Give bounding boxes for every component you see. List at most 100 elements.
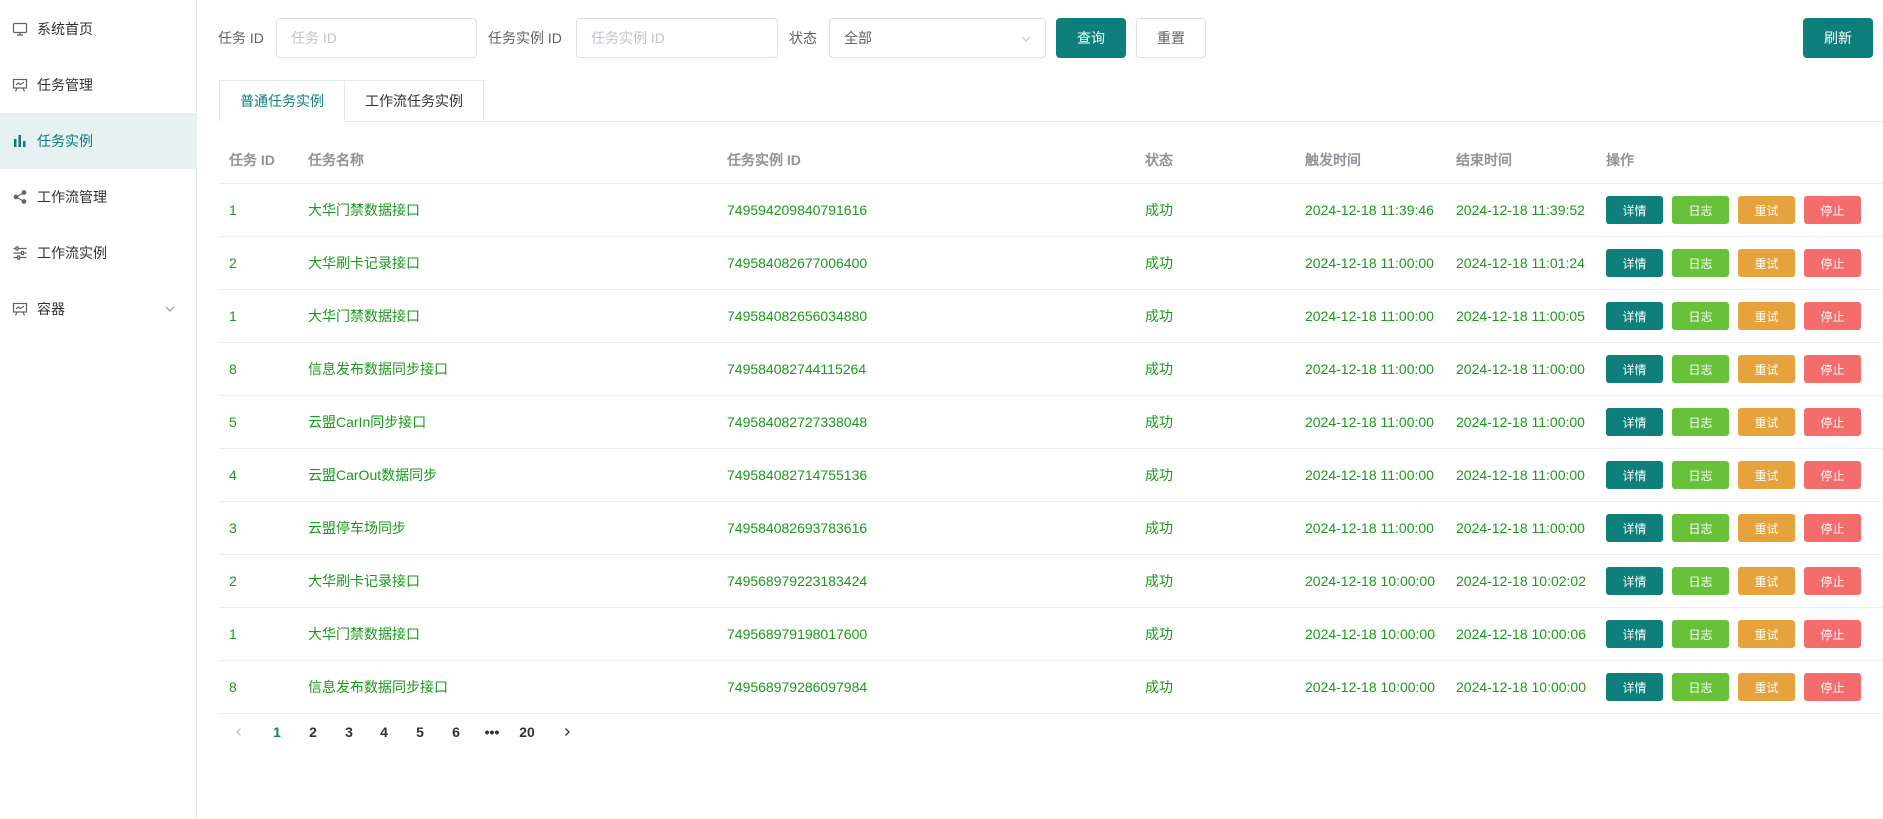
log-button[interactable]: 日志	[1672, 673, 1729, 701]
log-button[interactable]: 日志	[1672, 302, 1729, 330]
tab-workflow-instances[interactable]: 工作流任务实例	[344, 80, 484, 122]
sliders-icon	[12, 245, 28, 261]
cell-task-id: 3	[229, 520, 237, 536]
retry-button[interactable]: 重试	[1738, 567, 1795, 595]
stop-button[interactable]: 停止	[1804, 249, 1861, 277]
cell-status: 成功	[1145, 520, 1173, 536]
stop-button[interactable]: 停止	[1804, 196, 1861, 224]
detail-button[interactable]: 详情	[1606, 673, 1663, 701]
detail-button[interactable]: 详情	[1606, 249, 1663, 277]
next-page-button[interactable]	[557, 720, 577, 744]
detail-button[interactable]: 详情	[1606, 196, 1663, 224]
cell-instance-id: 749584082677006400	[727, 255, 868, 271]
page-4[interactable]: 4	[374, 720, 394, 744]
chevron-down-icon[interactable]	[163, 302, 177, 316]
page-6[interactable]: 6	[446, 720, 466, 744]
stop-button[interactable]: 停止	[1804, 408, 1861, 436]
column-header-status: 状态	[1145, 152, 1173, 168]
page-5[interactable]: 5	[410, 720, 430, 744]
log-button[interactable]: 日志	[1672, 249, 1729, 277]
page-ellipsis[interactable]: •••	[481, 720, 503, 744]
sidebar-item-containers[interactable]: 容器	[0, 281, 197, 337]
detail-button[interactable]: 详情	[1606, 567, 1663, 595]
stop-button[interactable]: 停止	[1804, 673, 1861, 701]
retry-button[interactable]: 重试	[1738, 514, 1795, 542]
detail-button[interactable]: 详情	[1606, 302, 1663, 330]
cell-end-time: 2024-12-18 11:00:05	[1456, 308, 1585, 324]
detail-button[interactable]: 详情	[1606, 620, 1663, 648]
table-row: 2 大华刷卡记录接口 749584082677006400 成功 2024-12…	[219, 237, 1883, 290]
stop-button[interactable]: 停止	[1804, 355, 1861, 383]
stop-button[interactable]: 停止	[1804, 620, 1861, 648]
task-id-input[interactable]	[276, 18, 477, 58]
retry-button[interactable]: 重试	[1738, 408, 1795, 436]
cell-trigger-time: 2024-12-18 11:00:00	[1305, 520, 1434, 536]
page-1[interactable]: 1	[267, 720, 287, 744]
stop-button[interactable]: 停止	[1804, 302, 1861, 330]
cell-end-time: 2024-12-18 11:01:24	[1456, 255, 1585, 271]
log-button[interactable]: 日志	[1672, 567, 1729, 595]
sidebar-item-task-instances[interactable]: 任务实例	[0, 113, 197, 169]
stop-button[interactable]: 停止	[1804, 514, 1861, 542]
cell-instance-id: 749584082693783616	[727, 520, 868, 536]
cell-trigger-time: 2024-12-18 11:39:46	[1305, 202, 1434, 218]
page-2[interactable]: 2	[303, 720, 323, 744]
retry-button[interactable]: 重试	[1738, 302, 1795, 330]
bar-chart-icon	[12, 133, 28, 149]
column-header-task-id: 任务 ID	[229, 152, 275, 168]
stop-button[interactable]: 停止	[1804, 567, 1861, 595]
detail-button[interactable]: 详情	[1606, 408, 1663, 436]
sidebar-item-workflow-management[interactable]: 工作流管理	[0, 169, 197, 225]
instance-id-input[interactable]	[576, 18, 778, 58]
retry-button[interactable]: 重试	[1738, 461, 1795, 489]
sidebar-item-home[interactable]: 系统首页	[0, 1, 197, 57]
log-button[interactable]: 日志	[1672, 196, 1729, 224]
stop-button[interactable]: 停止	[1804, 461, 1861, 489]
log-button[interactable]: 日志	[1672, 514, 1729, 542]
query-button[interactable]: 查询	[1056, 18, 1126, 58]
cell-status: 成功	[1145, 414, 1173, 430]
row-divider	[219, 713, 1883, 714]
retry-button[interactable]: 重试	[1738, 673, 1795, 701]
table-row: 3 云盟停车场同步 749584082693783616 成功 2024-12-…	[219, 502, 1883, 555]
log-button[interactable]: 日志	[1672, 355, 1729, 383]
prev-page-button[interactable]	[229, 720, 249, 744]
cell-instance-id: 749584082727338048	[727, 414, 868, 430]
page-20[interactable]: 20	[515, 720, 539, 744]
page-3[interactable]: 3	[339, 720, 359, 744]
chevron-down-icon	[1021, 36, 1031, 42]
cell-trigger-time: 2024-12-18 11:00:00	[1305, 308, 1434, 324]
sidebar-item-label: 工作流实例	[37, 245, 107, 261]
log-button[interactable]: 日志	[1672, 408, 1729, 436]
cell-task-name: 云盟停车场同步	[308, 520, 406, 536]
cell-instance-id: 749584082714755136	[727, 467, 868, 483]
log-button[interactable]: 日志	[1672, 461, 1729, 489]
log-button[interactable]: 日志	[1672, 620, 1729, 648]
cell-task-id: 2	[229, 255, 237, 271]
retry-button[interactable]: 重试	[1738, 355, 1795, 383]
retry-button[interactable]: 重试	[1738, 620, 1795, 648]
cell-instance-id: 749568979286097984	[727, 679, 868, 695]
refresh-button[interactable]: 刷新	[1803, 18, 1873, 58]
status-select-value: 全部	[844, 30, 872, 46]
cell-task-id: 8	[229, 361, 237, 377]
cell-trigger-time: 2024-12-18 11:00:00	[1305, 361, 1434, 377]
tab-normal-instances[interactable]: 普通任务实例	[219, 80, 345, 122]
cell-task-id: 1	[229, 202, 237, 218]
detail-button[interactable]: 详情	[1606, 461, 1663, 489]
cell-trigger-time: 2024-12-18 10:00:00	[1305, 573, 1435, 589]
reset-button[interactable]: 重置	[1136, 18, 1206, 58]
column-header-task-name: 任务名称	[308, 152, 364, 168]
retry-button[interactable]: 重试	[1738, 196, 1795, 224]
cell-task-name: 大华门禁数据接口	[308, 202, 420, 218]
detail-button[interactable]: 详情	[1606, 514, 1663, 542]
status-select[interactable]: 全部	[829, 18, 1046, 58]
sidebar-item-label: 工作流管理	[37, 189, 107, 205]
cell-task-name: 信息发布数据同步接口	[308, 679, 448, 695]
sidebar-item-task-management[interactable]: 任务管理	[0, 57, 197, 113]
sidebar-item-workflow-instances[interactable]: 工作流实例	[0, 225, 197, 281]
instance-id-label: 任务实例 ID	[488, 30, 562, 46]
retry-button[interactable]: 重试	[1738, 249, 1795, 277]
cell-end-time: 2024-12-18 11:00:00	[1456, 361, 1585, 377]
detail-button[interactable]: 详情	[1606, 355, 1663, 383]
